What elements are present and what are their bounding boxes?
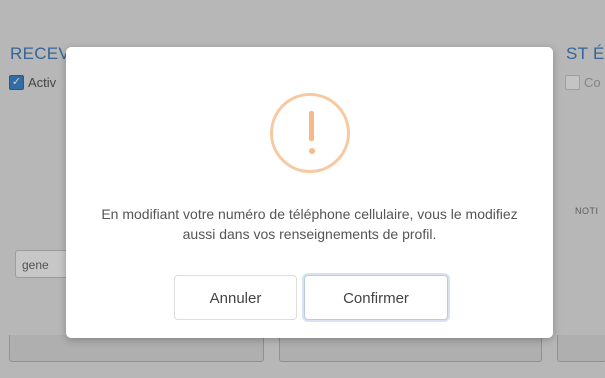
confirm-button[interactable]: Confirmer — [304, 275, 448, 320]
confirmation-dialog: En modifiant votre numéro de téléphone c… — [66, 47, 553, 338]
cancel-button[interactable]: Annuler — [174, 275, 297, 320]
warning-icon-bar — [309, 111, 314, 141]
exclamation-warning-icon — [270, 93, 350, 173]
warning-icon-dot — [308, 148, 315, 154]
dialog-message: En modifiant votre numéro de téléphone c… — [101, 206, 518, 242]
